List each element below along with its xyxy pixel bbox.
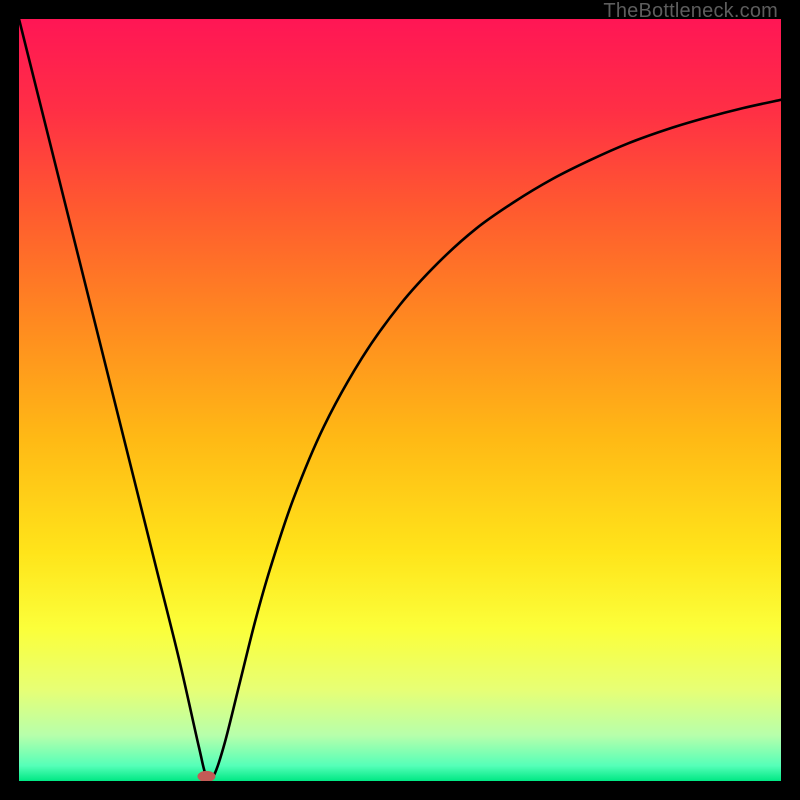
bottleneck-chart [19, 19, 781, 781]
chart-frame [19, 19, 781, 781]
gradient-background [19, 19, 781, 781]
watermark-label: TheBottleneck.com [603, 0, 778, 23]
